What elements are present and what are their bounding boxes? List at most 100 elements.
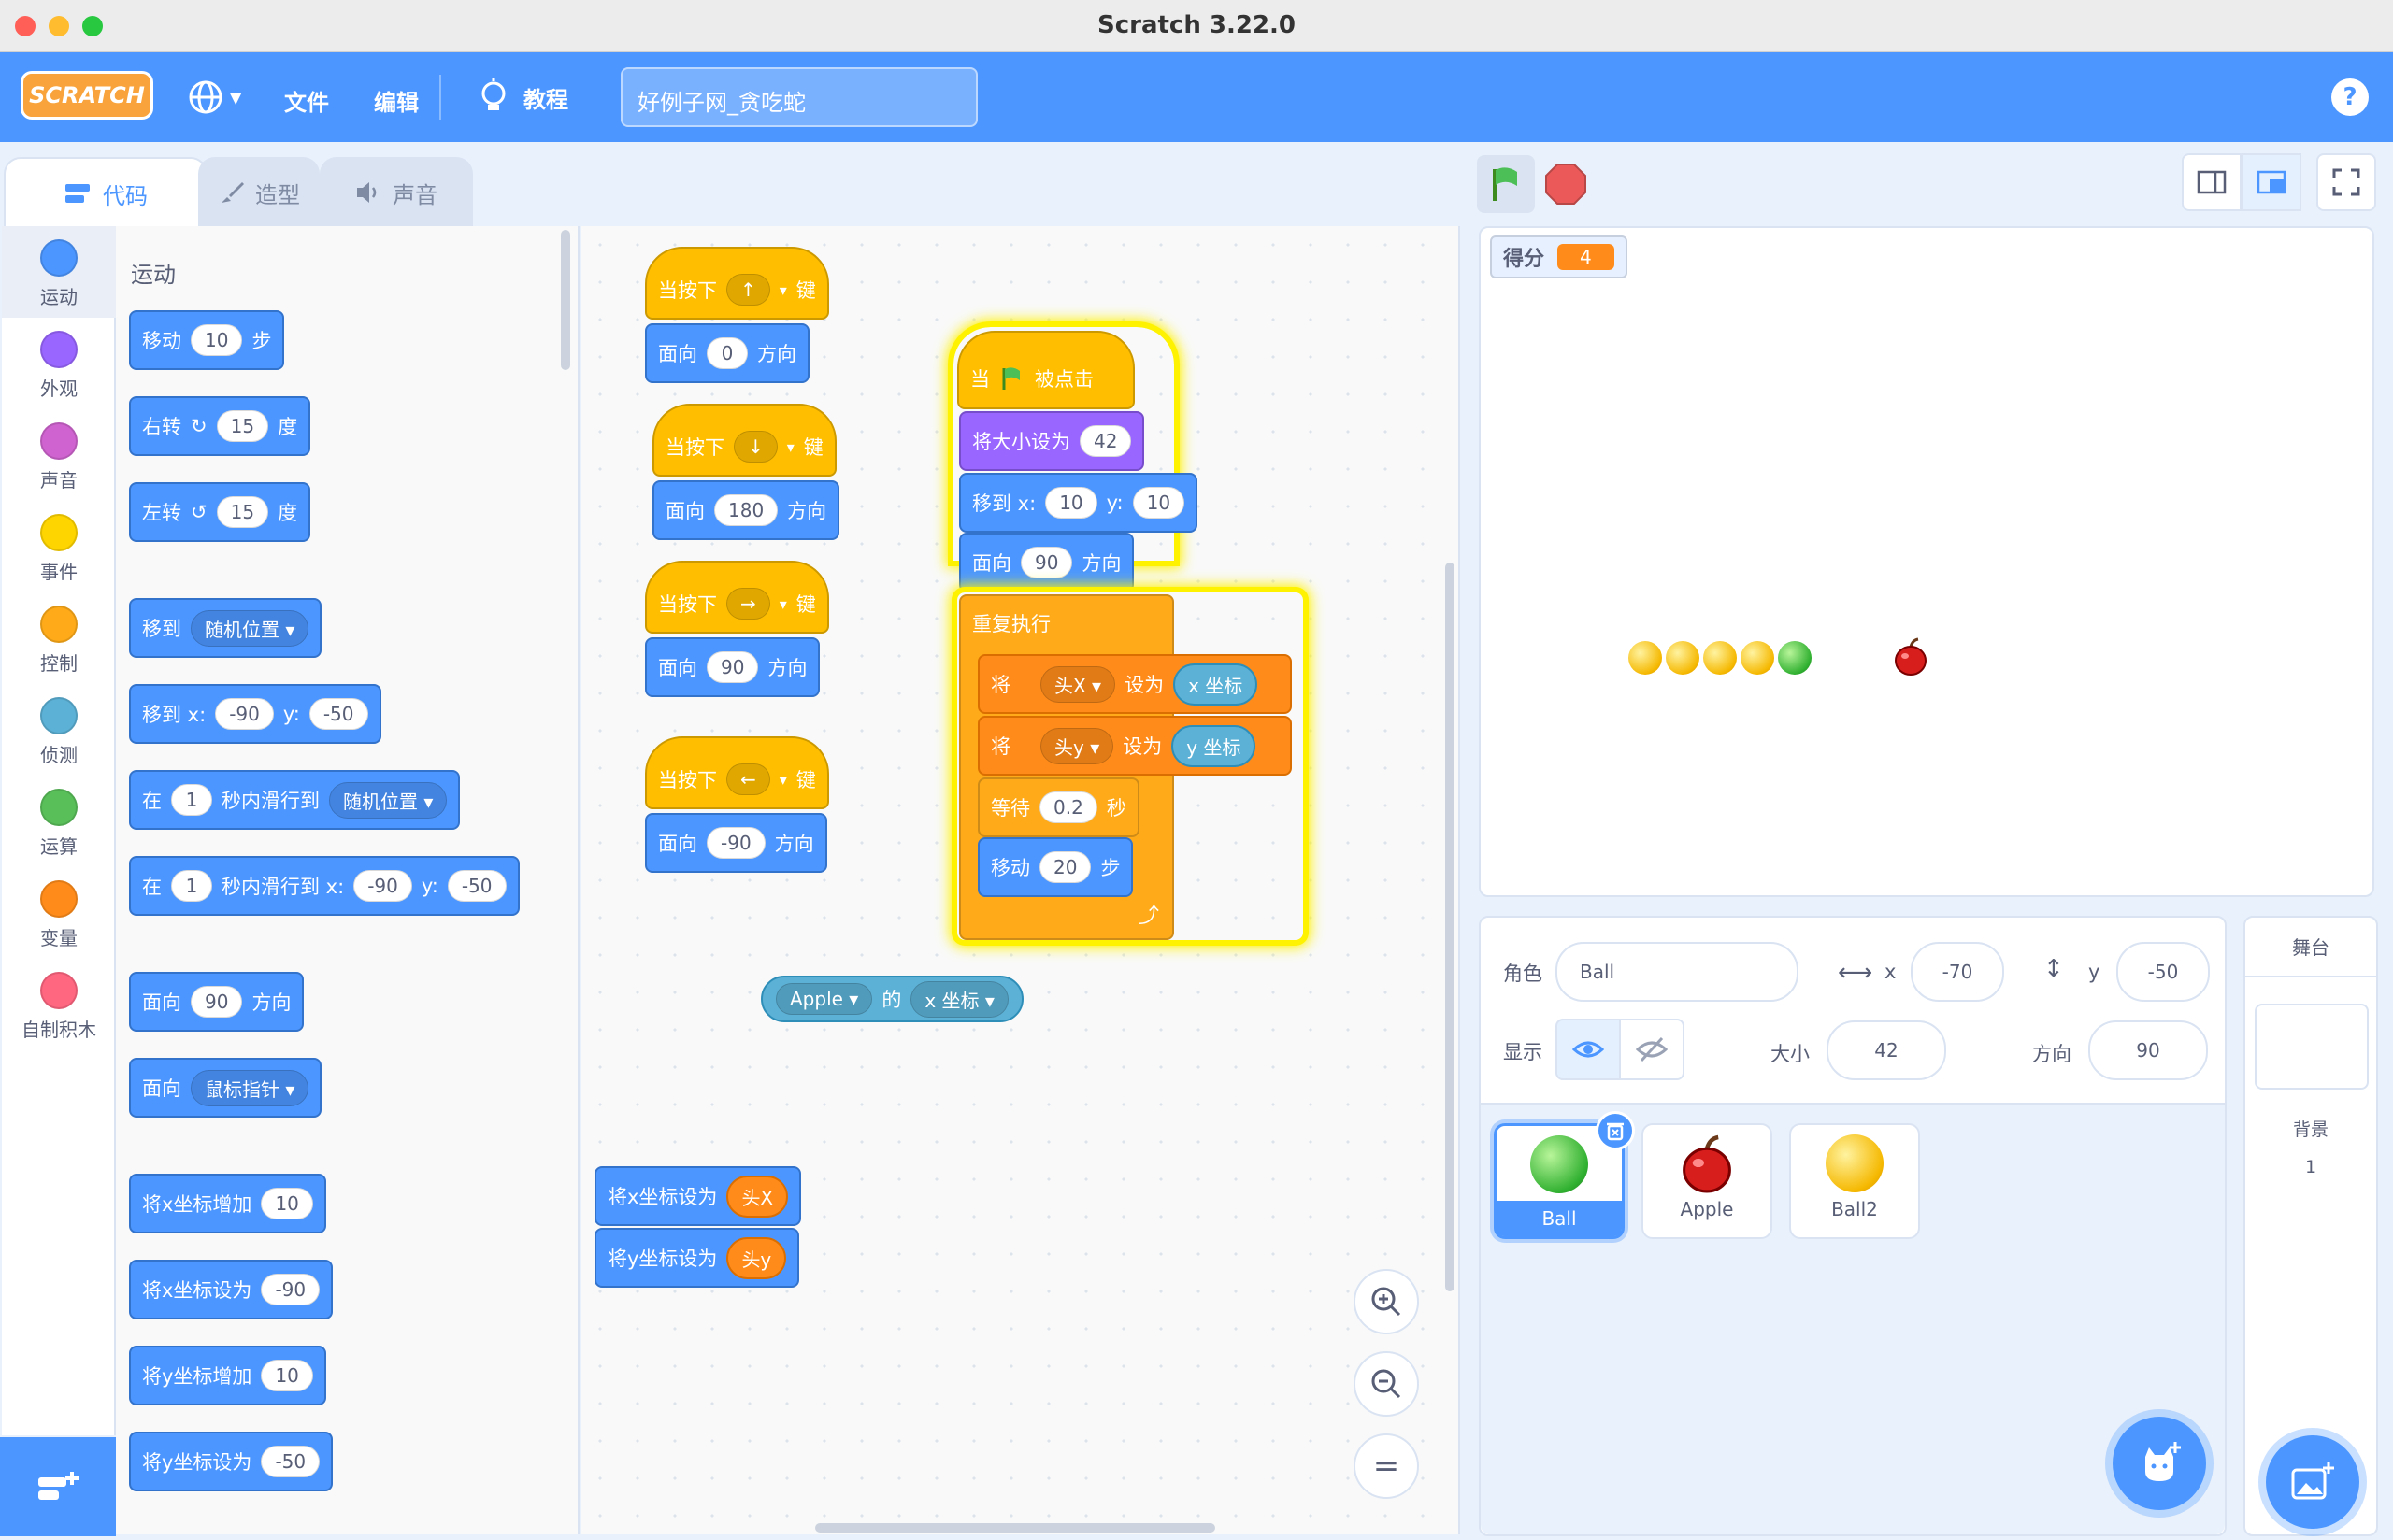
tab-costumes[interactable]: 造型 xyxy=(198,157,320,226)
backdrop-label: 背景 xyxy=(2292,1119,2329,1140)
loop-arrow-icon: ⤴ xyxy=(1138,905,1159,928)
fullscreen-button[interactable] xyxy=(2316,153,2376,211)
block-move-steps[interactable]: 移动 10 步 xyxy=(129,310,285,370)
zoom-reset-button[interactable]: = xyxy=(1354,1433,1419,1499)
block-point-90[interactable]: 面向 90 方向 xyxy=(645,637,821,697)
category-operators[interactable]: 运算 xyxy=(2,776,116,867)
block-set-x[interactable]: 将x坐标设为 -90 xyxy=(129,1260,334,1319)
stop-button[interactable] xyxy=(1544,163,1587,206)
block-when-key-down[interactable]: 当按下 ↓ ▾ 键 xyxy=(652,404,837,477)
x-label: x xyxy=(1884,961,1897,983)
zoom-out-button[interactable] xyxy=(1354,1351,1419,1417)
sprite-card-ball2[interactable]: Ball2 xyxy=(1789,1123,1920,1239)
code-horizontal-scrollbar[interactable] xyxy=(815,1523,1215,1533)
hide-sprite-button[interactable] xyxy=(1619,1019,1684,1080)
direction-input[interactable]: 90 xyxy=(2088,1020,2208,1080)
block-glide-xy[interactable]: 在 1 秒内滑行到 x: -90 y: -50 xyxy=(129,856,520,916)
x-input[interactable]: -70 xyxy=(1911,942,2004,1002)
chevron-down-icon: ▼ xyxy=(230,88,242,107)
block-when-flag-clicked[interactable]: 当被点击 xyxy=(957,331,1135,409)
tab-sounds[interactable]: 声音 xyxy=(320,157,473,226)
zoom-in-button[interactable] xyxy=(1354,1269,1419,1334)
project-title-input[interactable]: 好例子网_贪吃蛇 xyxy=(621,67,978,127)
stage[interactable]: 得分 4 xyxy=(1479,226,2374,897)
block-wait[interactable]: 等待 0.2 秒 xyxy=(978,777,1139,837)
block-point-minus90[interactable]: 面向 -90 方向 xyxy=(645,813,827,873)
block-turn-right[interactable]: 右转 ↻ 15 度 xyxy=(129,396,311,456)
snake-head[interactable] xyxy=(1778,641,1812,675)
snake-segment[interactable] xyxy=(1741,641,1774,675)
category-motion[interactable]: 运动 xyxy=(2,226,116,318)
add-backdrop-button[interactable] xyxy=(2266,1435,2359,1529)
scratch-logo[interactable]: SCRATCH xyxy=(21,71,153,120)
tab-code[interactable]: 代码 xyxy=(4,157,208,228)
apple-sprite[interactable] xyxy=(1892,637,1929,680)
code-vertical-scrollbar[interactable] xyxy=(1445,563,1454,1291)
category-control[interactable]: 控制 xyxy=(2,592,116,684)
apple-thumbnail xyxy=(1683,1134,1731,1193)
apple-icon xyxy=(1895,637,1927,676)
sprite-pane: 角色 Ball ⟷ x -70 ↕ y -50 显示 大小 42 方向 90 B… xyxy=(1479,916,2227,1536)
file-menu[interactable]: 文件 xyxy=(284,84,329,117)
category-looks[interactable]: 外观 xyxy=(2,318,116,409)
rotate-left-icon: ↺ xyxy=(191,501,208,523)
block-set-y[interactable]: 将y坐标设为 -50 xyxy=(129,1432,334,1491)
add-sprite-button[interactable] xyxy=(2113,1417,2206,1510)
block-move-main[interactable]: 移动 20 步 xyxy=(978,837,1134,897)
block-when-key-up[interactable]: 当按下 ↑ ▾ 键 xyxy=(645,247,829,320)
block-palette: 运动 移动 10 步 右转 ↻ 15 度 左转 ↺ 15 度 移到 随机位置 ▾ 移到 x: -90… xyxy=(116,226,580,1534)
block-point-towards[interactable]: 面向 鼠标指针 ▾ xyxy=(129,1058,322,1118)
language-menu[interactable]: ▼ xyxy=(187,78,252,116)
category-sound[interactable]: 声音 xyxy=(2,409,116,501)
block-when-key-right[interactable]: 当按下 → ▾ 键 xyxy=(645,561,829,634)
window-titlebar: Scratch 3.22.0 xyxy=(0,0,2393,52)
brush-icon xyxy=(222,182,244,203)
block-sprite-of[interactable]: Apple ▾ 的 x 坐标 ▾ xyxy=(761,976,1024,1022)
block-change-x[interactable]: 将x坐标增加 10 xyxy=(129,1174,326,1233)
block-turn-left[interactable]: 左转 ↺ 15 度 xyxy=(129,482,311,542)
category-sensing[interactable]: 侦测 xyxy=(2,684,116,776)
edit-menu[interactable]: 编辑 xyxy=(374,84,419,117)
block-point-direction[interactable]: 面向 90 方向 xyxy=(129,972,305,1032)
script-area[interactable]: 当按下 ↑ ▾ 键 面向 0 方向 当按下 ↓ ▾ 键 面向 180 方向 当按下 → ▾ 键 面向 90 方… xyxy=(581,226,1460,1534)
palette-scrollbar[interactable] xyxy=(561,230,570,370)
size-input[interactable]: 42 xyxy=(1827,1020,1946,1080)
block-point-main[interactable]: 面向 90 方向 xyxy=(959,533,1135,592)
small-stage-button[interactable] xyxy=(2182,153,2242,211)
delete-sprite-button[interactable] xyxy=(1596,1111,1635,1150)
block-when-key-left[interactable]: 当按下 ← ▾ 键 xyxy=(645,736,829,809)
block-goto-xy-main[interactable]: 移到 x: 10 y: 10 xyxy=(959,473,1198,533)
show-sprite-button[interactable] xyxy=(1555,1019,1621,1080)
sprite-card-apple[interactable]: Apple xyxy=(1641,1123,1772,1239)
block-set-size[interactable]: 将大小设为 42 xyxy=(959,411,1145,471)
category-my-blocks[interactable]: 自制积木 xyxy=(2,959,116,1050)
sprite-card-ball[interactable]: Ball xyxy=(1494,1111,1635,1239)
stage-target-pane: 舞台 背景 1 xyxy=(2243,916,2378,1536)
code-icon xyxy=(65,184,90,203)
large-stage-button[interactable] xyxy=(2242,153,2301,211)
category-variables[interactable]: 变量 xyxy=(2,867,116,959)
snake-segment[interactable] xyxy=(1628,641,1662,675)
block-glide[interactable]: 在 1 秒内滑行到 随机位置 ▾ xyxy=(129,770,461,830)
add-extension-button[interactable] xyxy=(0,1437,116,1536)
large-stage-icon xyxy=(2257,170,2286,194)
block-change-y[interactable]: 将y坐标增加 10 xyxy=(129,1346,326,1405)
tutorials-button[interactable]: 教程 xyxy=(477,78,568,116)
block-point-180[interactable]: 面向 180 方向 xyxy=(652,480,840,540)
help-icon[interactable]: ? xyxy=(2331,78,2369,116)
snake-segment[interactable] xyxy=(1666,641,1699,675)
y-input[interactable]: -50 xyxy=(2116,942,2210,1002)
block-goto-xy[interactable]: 移到 x: -90 y: -50 xyxy=(129,684,381,744)
green-flag-button[interactable] xyxy=(1477,155,1535,213)
block-goto[interactable]: 移到 随机位置 ▾ xyxy=(129,598,322,658)
block-setx-headx[interactable]: 将x坐标设为 头X xyxy=(595,1166,802,1226)
block-sety-heady[interactable]: 将y坐标设为 头y xyxy=(595,1228,800,1288)
stage-thumbnail[interactable] xyxy=(2255,1004,2369,1090)
sprite-name-input[interactable]: Ball xyxy=(1555,942,1798,1002)
score-monitor[interactable]: 得分 4 xyxy=(1490,235,1627,278)
block-set-heady[interactable]: 将头y ▾ 设为 y 坐标 xyxy=(978,716,1292,776)
block-set-headx[interactable]: 将头X ▾ 设为 x 坐标 xyxy=(978,654,1292,714)
block-point-0[interactable]: 面向 0 方向 xyxy=(645,323,810,383)
snake-segment[interactable] xyxy=(1703,641,1737,675)
category-events[interactable]: 事件 xyxy=(2,501,116,592)
